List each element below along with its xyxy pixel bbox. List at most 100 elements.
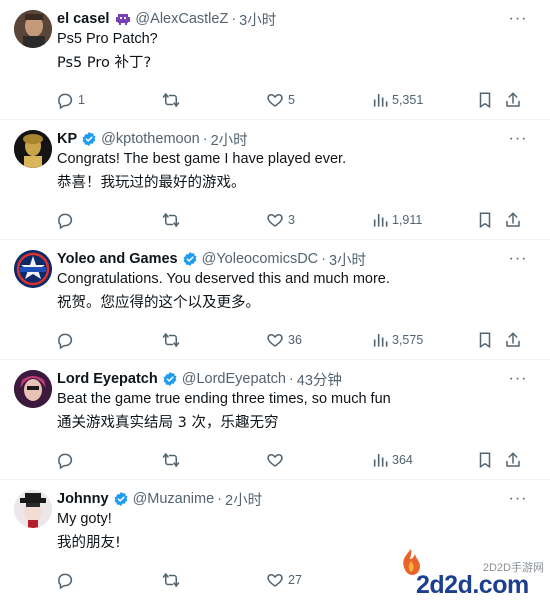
separator-dot: · bbox=[202, 131, 208, 147]
reply-button[interactable] bbox=[56, 569, 78, 591]
username[interactable]: @Muzanime bbox=[133, 491, 215, 507]
retweet-button[interactable] bbox=[162, 329, 184, 351]
more-options-icon[interactable]: ··· bbox=[506, 9, 530, 29]
share-icon bbox=[506, 452, 520, 467]
reply-button[interactable] bbox=[56, 329, 78, 351]
bookmark-button[interactable] bbox=[476, 89, 494, 111]
site-watermark: 2D2D手游网 2d2d.com bbox=[390, 543, 550, 601]
more-options-icon[interactable]: ··· bbox=[506, 129, 530, 149]
reply-icon bbox=[58, 333, 73, 349]
reply-button[interactable]: 1 bbox=[56, 89, 85, 111]
tweet-text-translation: 祝贺。您应得的这个以及更多。 bbox=[57, 295, 260, 311]
tweet-header: Lord Eyepatch @LordEyepatch · 43分钟 bbox=[57, 369, 510, 389]
tweet[interactable]: KP @kptothemoon · 2小时 ··· Congrats! The … bbox=[0, 120, 550, 240]
tweet-text: Beat the game true ending three times, s… bbox=[57, 391, 391, 407]
view-count: 1,911 bbox=[392, 213, 423, 227]
retweet-button[interactable] bbox=[162, 449, 184, 471]
avatar[interactable] bbox=[14, 370, 52, 408]
display-name[interactable]: el casel bbox=[57, 11, 109, 27]
tweet[interactable]: el casel @AlexCastleZ · 3小时 ··· Ps5 Pro … bbox=[0, 0, 550, 120]
tweet-header: Yoleo and Games @YoleocomicsDC · 3小时 bbox=[57, 249, 510, 269]
avatar[interactable] bbox=[14, 10, 52, 48]
bookmark-button[interactable] bbox=[476, 209, 494, 231]
more-options-icon[interactable]: ··· bbox=[506, 489, 530, 509]
timestamp[interactable]: 3小时 bbox=[329, 249, 366, 270]
tweet-header: Johnny @Muzanime · 2小时 bbox=[57, 489, 510, 509]
heart-icon bbox=[267, 213, 283, 227]
username[interactable]: @kptothemoon bbox=[101, 131, 200, 147]
display-name[interactable]: KP bbox=[57, 131, 77, 147]
bookmark-icon bbox=[479, 92, 491, 109]
retweet-button[interactable] bbox=[162, 569, 184, 591]
action-bar: 1 5 5,351 bbox=[54, 89, 528, 111]
retweet-icon bbox=[162, 333, 180, 347]
views-button[interactable]: 364 bbox=[372, 449, 413, 471]
username[interactable]: @YoleocomicsDC bbox=[202, 251, 319, 267]
retweet-button[interactable] bbox=[162, 89, 184, 111]
bookmark-button[interactable] bbox=[476, 329, 494, 351]
bookmark-icon bbox=[479, 452, 491, 469]
timestamp[interactable]: 3小时 bbox=[239, 9, 276, 30]
like-button[interactable]: 3 bbox=[266, 209, 295, 231]
views-button[interactable]: 3,575 bbox=[372, 329, 423, 351]
tweet-header: KP @kptothemoon · 2小时 bbox=[57, 129, 510, 149]
reply-button[interactable] bbox=[56, 209, 78, 231]
views-button[interactable]: 5,351 bbox=[372, 89, 423, 111]
like-button[interactable]: 36 bbox=[266, 329, 302, 351]
reply-icon bbox=[58, 573, 73, 589]
reply-icon bbox=[58, 453, 73, 469]
tweet[interactable]: Lord Eyepatch @LordEyepatch · 43分钟 ··· B… bbox=[0, 360, 550, 480]
like-button[interactable]: 27 bbox=[266, 569, 302, 591]
tweet-text: Congrats! The best game I have played ev… bbox=[57, 151, 347, 167]
share-button[interactable] bbox=[504, 329, 522, 351]
views-button[interactable]: 1,911 bbox=[372, 209, 422, 231]
timestamp[interactable]: 2小时 bbox=[211, 129, 248, 150]
view-count: 364 bbox=[392, 453, 413, 467]
display-name[interactable]: Johnny bbox=[57, 491, 109, 507]
reply-count: 1 bbox=[78, 93, 85, 107]
action-bar: 3 1,911 bbox=[54, 209, 528, 231]
share-button[interactable] bbox=[504, 89, 522, 111]
tweet-header: el casel @AlexCastleZ · 3小时 bbox=[57, 9, 510, 29]
heart-icon bbox=[267, 333, 283, 347]
share-button[interactable] bbox=[504, 209, 522, 231]
views-bar-chart-icon bbox=[373, 333, 388, 347]
separator-dot: · bbox=[217, 491, 223, 507]
bookmark-button[interactable] bbox=[476, 449, 494, 471]
display-name[interactable]: Lord Eyepatch bbox=[57, 371, 158, 387]
share-icon bbox=[506, 212, 520, 227]
tweet-text-translation: 恭喜！我玩过的最好的游戏。 bbox=[57, 175, 246, 191]
bookmark-icon bbox=[479, 332, 491, 349]
heart-icon bbox=[267, 93, 283, 107]
views-bar-chart-icon bbox=[373, 213, 388, 227]
like-button[interactable] bbox=[266, 449, 288, 471]
emoji-badge-icon bbox=[115, 11, 131, 27]
avatar[interactable] bbox=[14, 490, 52, 528]
username[interactable]: @AlexCastleZ bbox=[135, 11, 228, 27]
action-bar: 36 3,575 bbox=[54, 329, 528, 351]
share-button[interactable] bbox=[504, 449, 522, 471]
retweet-icon bbox=[162, 573, 180, 587]
retweet-button[interactable] bbox=[162, 209, 184, 231]
tweet[interactable]: Yoleo and Games @YoleocomicsDC · 3小时 ···… bbox=[0, 240, 550, 360]
separator-dot: · bbox=[231, 11, 237, 27]
timestamp[interactable]: 43分钟 bbox=[297, 369, 342, 390]
more-options-icon[interactable]: ··· bbox=[506, 249, 530, 269]
avatar[interactable] bbox=[14, 130, 52, 168]
verified-badge-icon bbox=[182, 251, 198, 267]
heart-icon bbox=[267, 573, 283, 587]
timestamp[interactable]: 2小时 bbox=[225, 489, 262, 510]
avatar[interactable] bbox=[14, 250, 52, 288]
reply-button[interactable] bbox=[56, 449, 78, 471]
share-icon bbox=[506, 332, 520, 347]
separator-dot: · bbox=[321, 251, 326, 267]
verified-badge-icon bbox=[81, 131, 97, 147]
username[interactable]: @LordEyepatch bbox=[182, 371, 286, 387]
more-options-icon[interactable]: ··· bbox=[506, 369, 530, 389]
display-name[interactable]: Yoleo and Games bbox=[57, 251, 178, 267]
verified-badge-icon bbox=[113, 491, 129, 507]
tweet-text: My goty! bbox=[57, 511, 112, 527]
like-count: 5 bbox=[288, 93, 295, 107]
heart-icon bbox=[267, 453, 283, 467]
like-button[interactable]: 5 bbox=[266, 89, 295, 111]
